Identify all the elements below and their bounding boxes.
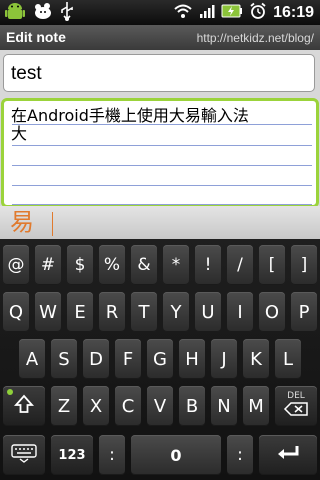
- key-i[interactable]: I: [227, 292, 253, 332]
- shift-icon: [13, 394, 35, 419]
- key-asterisk[interactable]: *: [163, 245, 189, 285]
- battery-icon: [221, 3, 243, 22]
- backspace-icon: [283, 401, 309, 421]
- key-v[interactable]: V: [147, 386, 173, 426]
- keyboard-settings-key[interactable]: [3, 435, 45, 475]
- signal-icon: [199, 3, 215, 23]
- shift-key[interactable]: [3, 386, 45, 426]
- key-percent[interactable]: %: [99, 245, 125, 285]
- composing-char[interactable]: 易: [10, 208, 34, 236]
- key-hash[interactable]: #: [35, 245, 61, 285]
- status-time: 16:19: [273, 3, 314, 21]
- key-d[interactable]: D: [83, 339, 109, 379]
- note-body-line: 在Android手機上使用大易輸入法: [11, 106, 249, 125]
- space-key[interactable]: 0: [131, 435, 221, 475]
- key-e[interactable]: E: [67, 292, 93, 332]
- key-at[interactable]: @: [3, 245, 29, 285]
- key-g[interactable]: G: [147, 339, 173, 379]
- key-colon-left[interactable]: :: [99, 435, 125, 475]
- shift-indicator: [7, 389, 13, 395]
- key-left-bracket[interactable]: [: [259, 245, 285, 285]
- status-left-icons: [4, 0, 74, 26]
- title-bar: Edit note http://netkidz.net/blog/: [0, 25, 320, 50]
- key-l[interactable]: L: [275, 339, 301, 379]
- usb-icon: [60, 1, 74, 25]
- key-y[interactable]: Y: [163, 292, 189, 332]
- key-exclamation[interactable]: !: [195, 245, 221, 285]
- space-label: 0: [170, 445, 182, 465]
- status-right-icons: 16:19: [173, 2, 314, 23]
- key-ampersand[interactable]: &: [131, 245, 157, 285]
- ruled-line: [12, 185, 312, 186]
- ruled-line: [12, 124, 312, 125]
- delete-label: DEL: [287, 391, 305, 401]
- key-h[interactable]: H: [179, 339, 205, 379]
- soft-keyboard: @ # $ % & * ! / [ ] Q W E R T Y U I O P …: [0, 239, 320, 480]
- key-x[interactable]: X: [83, 386, 109, 426]
- wifi-icon: [173, 3, 193, 23]
- key-s[interactable]: S: [51, 339, 77, 379]
- ruled-line: [12, 165, 312, 166]
- ime-composing-bar[interactable]: 易: [0, 206, 320, 239]
- key-slash[interactable]: /: [227, 245, 253, 285]
- note-body-line: 大: [11, 124, 28, 143]
- key-dollar[interactable]: $: [67, 245, 93, 285]
- numbers-key[interactable]: 123: [51, 435, 93, 475]
- key-t[interactable]: T: [131, 292, 157, 332]
- pet-icon: [32, 1, 54, 25]
- key-f[interactable]: F: [115, 339, 141, 379]
- key-r[interactable]: R: [99, 292, 125, 332]
- status-bar: 16:19: [0, 0, 320, 25]
- alarm-icon: [249, 2, 267, 24]
- key-b[interactable]: B: [179, 386, 205, 426]
- key-w[interactable]: W: [35, 292, 61, 332]
- note-editor: test 在Android手機上使用大易輸入法 大: [0, 50, 320, 208]
- note-title-field[interactable]: test: [3, 54, 315, 92]
- key-p[interactable]: P: [291, 292, 317, 332]
- key-k[interactable]: K: [243, 339, 269, 379]
- note-title-value: test: [11, 63, 42, 84]
- page-title: Edit note: [6, 29, 66, 45]
- keyboard-icon: [10, 443, 38, 468]
- ruled-line: [12, 145, 312, 146]
- key-u[interactable]: U: [195, 292, 221, 332]
- ruled-line: [12, 204, 312, 205]
- key-colon-right[interactable]: :: [227, 435, 253, 475]
- enter-icon: [275, 443, 301, 468]
- delete-key[interactable]: DEL: [275, 386, 317, 426]
- android-icon: [4, 0, 26, 26]
- note-body-field[interactable]: 在Android手機上使用大易輸入法 大: [1, 98, 319, 208]
- key-right-bracket[interactable]: ]: [291, 245, 317, 285]
- key-o[interactable]: O: [259, 292, 285, 332]
- key-j[interactable]: J: [211, 339, 237, 379]
- key-c[interactable]: C: [115, 386, 141, 426]
- key-m[interactable]: M: [243, 386, 269, 426]
- key-a[interactable]: A: [19, 339, 45, 379]
- key-z[interactable]: Z: [51, 386, 77, 426]
- key-n[interactable]: N: [211, 386, 237, 426]
- enter-key[interactable]: [259, 435, 317, 475]
- composing-cursor: [52, 212, 53, 236]
- key-q[interactable]: Q: [3, 292, 29, 332]
- watermark-url: http://netkidz.net/blog/: [196, 31, 314, 45]
